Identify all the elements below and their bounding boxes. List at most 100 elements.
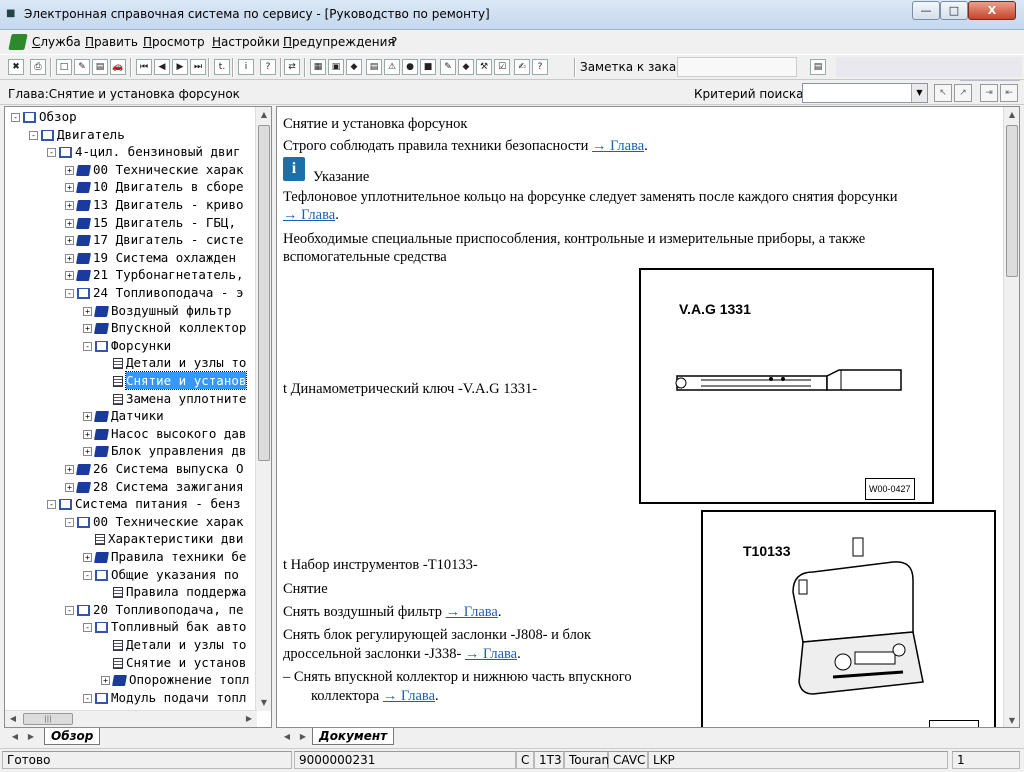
expand-icon[interactable]: +	[83, 447, 92, 457]
tree-node[interactable]: +17 Двигатель - систе	[65, 231, 244, 248]
collapse-icon[interactable]: -	[65, 289, 74, 298]
tree-node[interactable]: Характеристики дви	[95, 530, 243, 547]
tree-node[interactable]: - Модуль подачи топл	[83, 689, 246, 706]
collapse-icon[interactable]: -	[83, 693, 92, 703]
maximize-button[interactable]: □	[940, 1, 968, 20]
chapter-link[interactable]: → Глава	[446, 604, 498, 620]
tab-overview[interactable]: Обзор	[44, 728, 101, 745]
info-icon[interactable]: i	[238, 59, 254, 75]
app-menu-icon[interactable]	[8, 34, 28, 50]
scroll-up-icon[interactable]: ▲	[1004, 107, 1019, 123]
scroll-down-icon[interactable]: ▼	[256, 695, 271, 711]
expand-icon[interactable]: +	[65, 465, 74, 474]
help-icon[interactable]: ?	[260, 59, 276, 75]
car-icon[interactable]: 🚗	[110, 59, 126, 75]
search-next-button[interactable]: ⇥	[980, 84, 998, 102]
menu-warnings[interactable]: Предупреждения	[283, 35, 395, 49]
collapse-icon[interactable]: -	[65, 605, 74, 615]
chapter-link[interactable]: → Глава	[283, 207, 335, 223]
back-icon[interactable]: t.	[214, 59, 230, 75]
search-prev-button[interactable]: ⇤	[1000, 84, 1018, 102]
scroll-up-icon[interactable]: ▲	[256, 107, 271, 123]
edit2-icon[interactable]: ✍	[514, 59, 530, 75]
tree-node[interactable]: + Впускной коллектор	[83, 319, 246, 336]
tree-node[interactable]: + Воздушный фильтр	[83, 302, 231, 319]
first-icon[interactable]: ⏮	[136, 59, 152, 75]
collapse-icon[interactable]: -	[47, 148, 56, 158]
print-icon[interactable]: ⎙	[30, 59, 46, 75]
tree-node[interactable]: - Форсунки	[83, 337, 171, 354]
book-icon[interactable]: ◆	[346, 59, 362, 75]
menu-view[interactable]: Просмотр	[143, 35, 205, 49]
tab-next-icon[interactable]: ▶	[296, 730, 310, 744]
tree-node[interactable]: - Общие указания по	[83, 566, 239, 583]
expand-icon[interactable]: +	[83, 306, 92, 316]
tree-node[interactable]: Снятие и установ	[113, 654, 246, 671]
chapter-link[interactable]: → Глава	[465, 646, 517, 662]
pencil-icon[interactable]: ✎	[440, 59, 456, 75]
tree-node[interactable]: - Двигатель	[29, 126, 125, 143]
search-criteria-combo[interactable]: ▼	[802, 83, 928, 103]
car2-icon[interactable]: ◆	[458, 59, 474, 75]
prev-icon[interactable]: ◀	[154, 59, 170, 75]
expand-icon[interactable]: +	[65, 236, 74, 246]
document-vertical-scrollbar[interactable]: ▲ ▼	[1003, 107, 1019, 727]
scroll-right-icon[interactable]: ▶	[241, 711, 257, 727]
collapse-icon[interactable]: -	[11, 113, 20, 122]
next-icon[interactable]: ▶	[172, 59, 188, 75]
order-note-icon[interactable]: ▤	[810, 59, 826, 75]
tree-node[interactable]: + Датчики	[83, 407, 164, 424]
scroll-left-icon[interactable]: ◀	[5, 711, 21, 727]
collapse-icon[interactable]: -	[83, 341, 92, 351]
menu-service[interactable]: Служба	[32, 35, 81, 49]
expand-icon[interactable]: +	[65, 482, 74, 492]
check-icon[interactable]: ☑	[494, 59, 510, 75]
collapse-icon[interactable]: -	[47, 500, 56, 510]
tab-prev-icon[interactable]: ◀	[8, 730, 22, 744]
collapse-icon[interactable]: -	[65, 517, 74, 527]
tree-node[interactable]: + Блок управления дв	[83, 442, 246, 459]
tree-horizontal-scrollbar[interactable]: ◀ ||| ▶	[5, 710, 257, 727]
tree-node[interactable]: + Опорожнение топл	[101, 671, 249, 688]
navigation-tree[interactable]: - Обзор - Двигатель -4-цил. бензиновый двиг +…	[5, 107, 257, 711]
chapter-link[interactable]: → Глава	[383, 688, 435, 704]
tree-node[interactable]: +28 Система зажигания	[65, 478, 244, 495]
tree-node[interactable]: - Обзор	[11, 108, 77, 125]
tree-node[interactable]: +26 Система выпуска О	[65, 460, 244, 477]
expand-icon[interactable]: +	[65, 183, 74, 193]
doc2-icon[interactable]: ▣	[328, 59, 344, 75]
tree-node[interactable]: - 20 Топливоподача, пе	[65, 601, 244, 618]
expand-icon[interactable]: +	[65, 271, 74, 281]
expand-icon[interactable]: +	[83, 429, 92, 439]
search-forward-button[interactable]: ↗	[954, 84, 972, 102]
collapse-icon[interactable]: -	[83, 570, 92, 580]
expand-icon[interactable]: +	[65, 253, 74, 263]
warning-icon[interactable]: ⚠	[384, 59, 400, 75]
new-icon[interactable]: □	[56, 59, 72, 75]
tree-node[interactable]: +13 Двигатель - криво	[65, 196, 244, 213]
tree-node[interactable]: +19 Система охлажден	[65, 249, 236, 266]
expand-icon[interactable]: +	[83, 412, 92, 422]
scroll-down-icon[interactable]: ▼	[1004, 713, 1019, 727]
tree-node[interactable]: + Правила техники бе	[83, 548, 246, 565]
tree-node[interactable]: Детали и узлы то	[113, 636, 246, 653]
tab-prev-icon[interactable]: ◀	[280, 730, 294, 744]
order-note-field[interactable]	[677, 57, 797, 77]
minimize-button[interactable]: —	[912, 1, 940, 20]
tree-node[interactable]: - Система питания - бенз	[47, 495, 241, 512]
globe-icon[interactable]: ●	[402, 59, 418, 75]
close-button[interactable]: X	[968, 1, 1016, 20]
swap-icon[interactable]: ⇄	[284, 59, 300, 75]
menu-help[interactable]: ?	[391, 35, 397, 49]
collapse-icon[interactable]: -	[83, 623, 92, 633]
last-icon[interactable]: ⏭	[190, 59, 206, 75]
expand-icon[interactable]: +	[101, 676, 110, 686]
tree-node[interactable]: Детали и узлы то	[113, 354, 246, 371]
tree-node[interactable]: +15 Двигатель - ГБЦ,	[65, 214, 236, 231]
tree-node[interactable]: Правила поддержа	[113, 583, 246, 600]
expand-icon[interactable]: +	[65, 165, 74, 175]
tree-node[interactable]: Замена уплотните	[113, 390, 246, 407]
tree-vertical-scrollbar[interactable]: ▲ ▼	[255, 107, 271, 711]
document-scroll-thumb[interactable]	[1006, 125, 1018, 277]
tab-document[interactable]: Документ	[312, 728, 395, 745]
